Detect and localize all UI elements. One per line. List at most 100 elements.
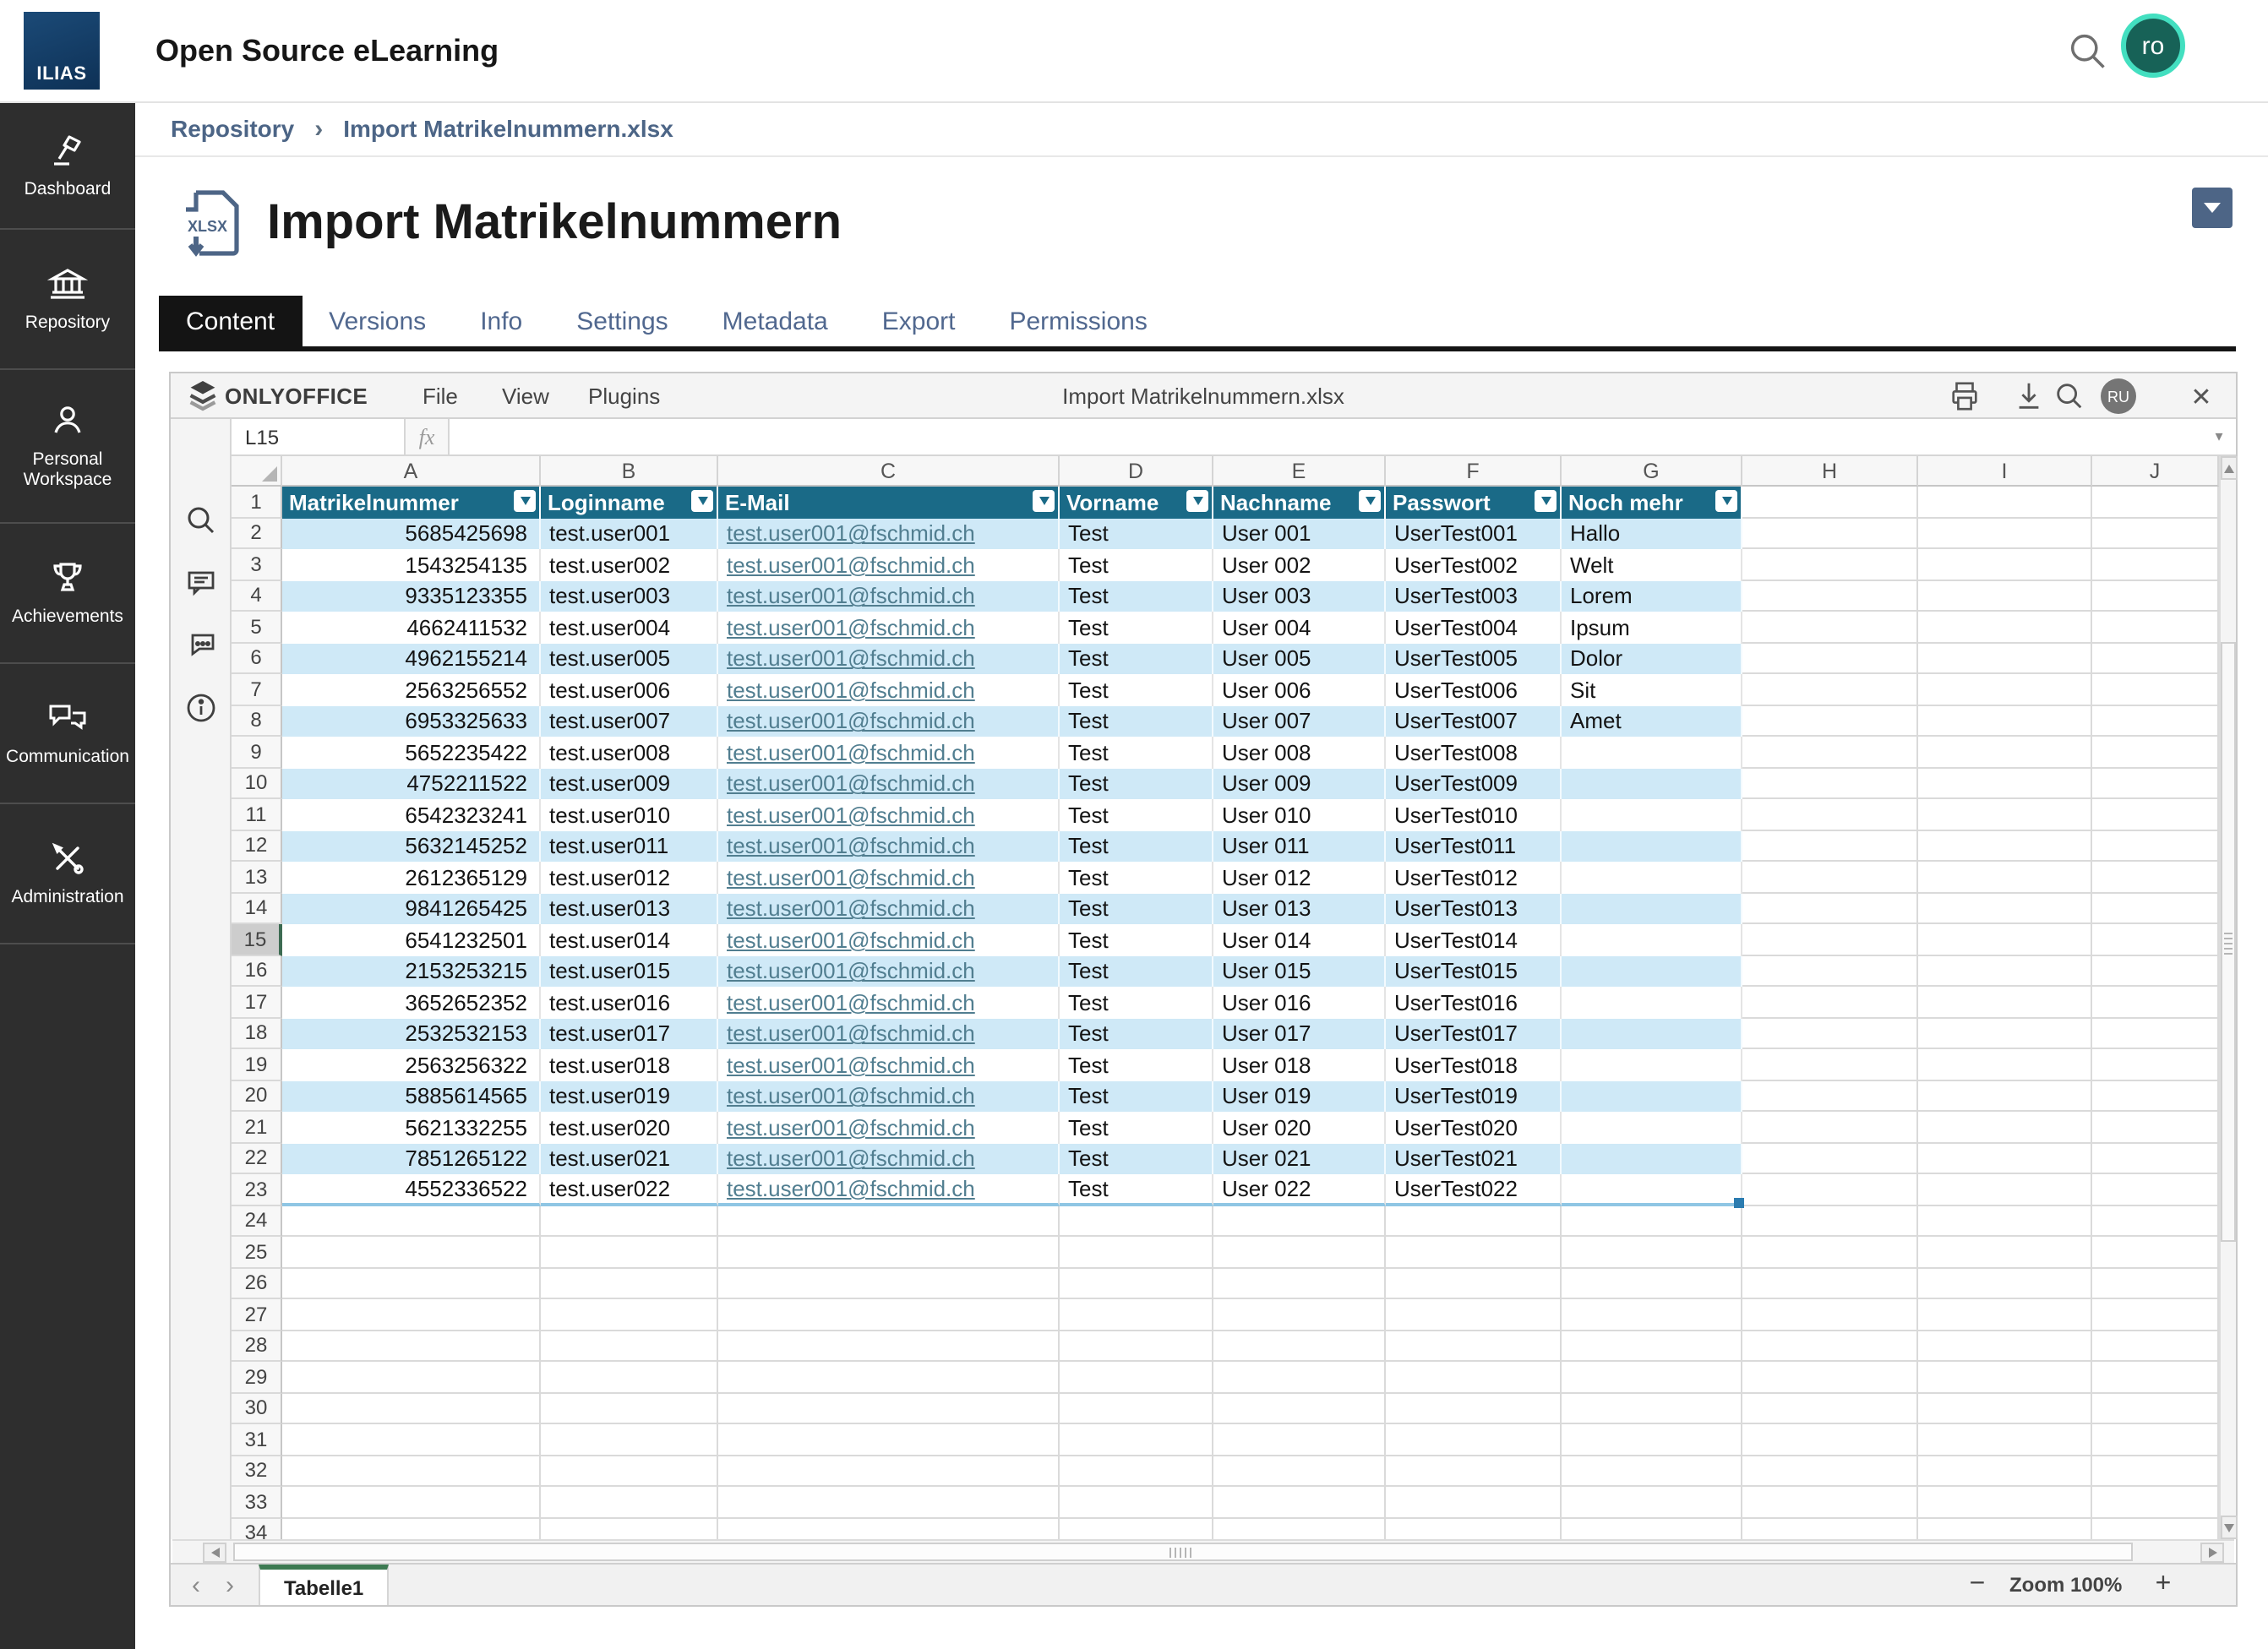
cell[interactable] <box>1213 1424 1386 1456</box>
cell[interactable] <box>718 1268 1060 1299</box>
cell[interactable]: 2153253215 <box>282 955 541 987</box>
cell[interactable] <box>2092 1362 2219 1393</box>
cell[interactable] <box>1742 768 1918 799</box>
cell[interactable] <box>1562 830 1742 862</box>
email-link[interactable]: test.user001@fschmid.ch <box>727 896 975 922</box>
cell[interactable] <box>2092 987 2219 1018</box>
cell[interactable]: 9335123355 <box>282 580 541 612</box>
cell[interactable] <box>541 1456 718 1487</box>
cell[interactable] <box>1213 1331 1386 1362</box>
cell[interactable]: User 016 <box>1213 987 1386 1018</box>
user-avatar[interactable]: ro <box>2121 14 2185 78</box>
cell[interactable] <box>282 1487 541 1518</box>
cell[interactable] <box>1562 1393 1742 1424</box>
expand-formula-bar-icon[interactable]: ▾ <box>2202 419 2236 454</box>
cell[interactable]: Test <box>1060 924 1213 955</box>
next-sheet-icon[interactable]: › <box>215 1568 245 1602</box>
zoom-in-button[interactable]: + <box>2145 1565 2182 1605</box>
cell[interactable] <box>282 1393 541 1424</box>
cell[interactable]: test.user001@fschmid.ch <box>718 893 1060 924</box>
cell[interactable]: 7851265122 <box>282 1143 541 1174</box>
cell[interactable] <box>2092 955 2219 987</box>
cell[interactable] <box>1918 1237 2092 1268</box>
cell[interactable] <box>1742 518 1918 549</box>
email-link[interactable]: test.user001@fschmid.ch <box>727 646 975 672</box>
cell[interactable] <box>1918 1299 2092 1331</box>
cell[interactable]: Test <box>1060 643 1213 674</box>
cell[interactable] <box>2092 1049 2219 1080</box>
cell[interactable] <box>1918 1018 2092 1049</box>
cell[interactable] <box>1562 1143 1742 1174</box>
email-link[interactable]: test.user001@fschmid.ch <box>727 771 975 797</box>
column-header-F[interactable]: F <box>1386 456 1562 487</box>
filter-icon[interactable] <box>1535 490 1557 512</box>
cell[interactable]: UserTest008 <box>1386 737 1562 768</box>
cell[interactable] <box>1918 768 2092 799</box>
cell[interactable] <box>541 1205 718 1237</box>
cell[interactable]: User 001 <box>1213 518 1386 549</box>
cell[interactable] <box>1386 1456 1562 1487</box>
cell[interactable]: test.user013 <box>541 893 718 924</box>
email-link[interactable]: test.user001@fschmid.ch <box>727 1176 975 1201</box>
cell[interactable]: 6541232501 <box>282 924 541 955</box>
cell[interactable]: test.user001@fschmid.ch <box>718 518 1060 549</box>
cell[interactable]: 9841265425 <box>282 893 541 924</box>
cell[interactable] <box>718 1487 1060 1518</box>
cell[interactable] <box>282 1424 541 1456</box>
email-link[interactable]: test.user001@fschmid.ch <box>727 1115 975 1140</box>
cell[interactable]: test.user001@fschmid.ch <box>718 955 1060 987</box>
email-link[interactable]: test.user001@fschmid.ch <box>727 834 975 859</box>
cell[interactable] <box>1918 1174 2092 1205</box>
cell[interactable]: test.user019 <box>541 1080 718 1112</box>
cell[interactable]: Amet <box>1562 705 1742 737</box>
sheet-tab-tabelle1[interactable]: Tabelle1 <box>259 1565 389 1605</box>
cell[interactable] <box>1918 1205 2092 1237</box>
cell[interactable] <box>718 1299 1060 1331</box>
table-header-cell[interactable]: Loginname <box>541 487 718 518</box>
download-icon[interactable] <box>2013 380 2045 412</box>
cell[interactable]: Test <box>1060 1080 1213 1112</box>
cell[interactable]: test.user002 <box>541 549 718 580</box>
cell[interactable] <box>282 1456 541 1487</box>
cell[interactable] <box>1562 1112 1742 1143</box>
close-icon[interactable]: ✕ <box>2178 373 2224 419</box>
cell[interactable] <box>1742 1112 1918 1143</box>
tab-content[interactable]: Content <box>159 296 302 346</box>
tab-info[interactable]: Info <box>453 296 549 346</box>
row-header-19[interactable]: 19 <box>232 1049 282 1080</box>
cell[interactable] <box>1386 1299 1562 1331</box>
cell[interactable]: test.user001@fschmid.ch <box>718 737 1060 768</box>
cell[interactable] <box>1918 518 2092 549</box>
cell[interactable]: test.user001@fschmid.ch <box>718 705 1060 737</box>
cell[interactable]: Test <box>1060 737 1213 768</box>
cell[interactable]: UserTest019 <box>1386 1080 1562 1112</box>
cell[interactable] <box>1386 1331 1562 1362</box>
cell[interactable] <box>1742 1268 1918 1299</box>
cell[interactable]: Test <box>1060 862 1213 893</box>
cell[interactable] <box>541 1487 718 1518</box>
cell[interactable] <box>2092 893 2219 924</box>
email-link[interactable]: test.user001@fschmid.ch <box>727 1084 975 1109</box>
cell[interactable]: UserTest017 <box>1386 1018 1562 1049</box>
cell[interactable]: test.user001@fschmid.ch <box>718 830 1060 862</box>
cell[interactable]: 5885614565 <box>282 1080 541 1112</box>
cell[interactable] <box>1742 862 1918 893</box>
tab-export[interactable]: Export <box>855 296 983 346</box>
cell[interactable] <box>718 1518 1060 1539</box>
cell[interactable]: Test <box>1060 705 1213 737</box>
cell[interactable] <box>1918 487 2092 518</box>
cell[interactable] <box>282 1268 541 1299</box>
tab-settings[interactable]: Settings <box>549 296 695 346</box>
cell[interactable] <box>541 1299 718 1331</box>
row-header-8[interactable]: 8 <box>232 705 282 737</box>
email-link[interactable]: test.user001@fschmid.ch <box>727 584 975 609</box>
cell[interactable] <box>541 1362 718 1393</box>
cell[interactable] <box>2092 705 2219 737</box>
email-link[interactable]: test.user001@fschmid.ch <box>727 928 975 953</box>
cell[interactable]: User 003 <box>1213 580 1386 612</box>
row-header-20[interactable]: 20 <box>232 1080 282 1112</box>
cell[interactable] <box>1742 1424 1918 1456</box>
row-header-7[interactable]: 7 <box>232 674 282 705</box>
sidebar-item-administration[interactable]: Administration <box>0 804 135 944</box>
cell[interactable]: test.user012 <box>541 862 718 893</box>
